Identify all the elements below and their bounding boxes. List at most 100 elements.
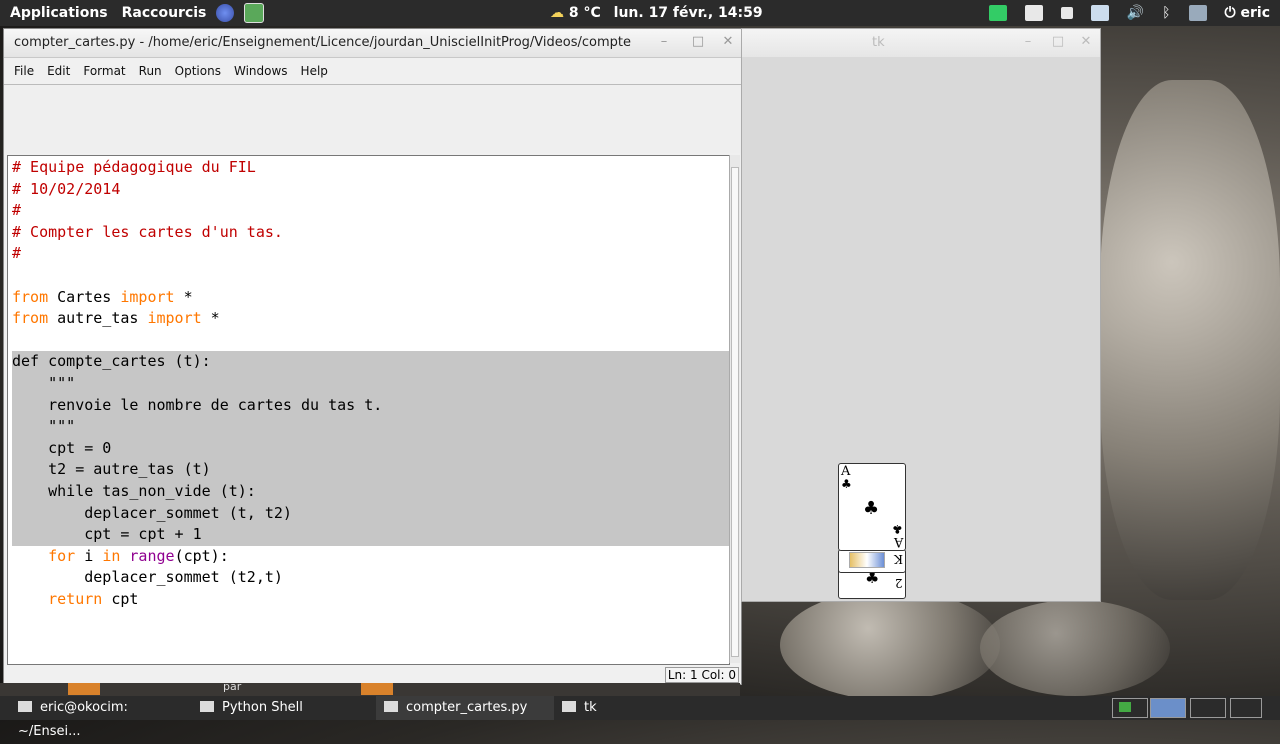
- menu-run[interactable]: Run: [139, 64, 162, 78]
- taskbar-label: Python Shell: [222, 700, 303, 715]
- stop-icon[interactable]: [1060, 7, 1073, 19]
- taskbar-item-editor[interactable]: compter_cartes.py: [376, 696, 554, 720]
- keyword: in: [102, 546, 121, 565]
- system-tray: 🔊 ᛒ ⏻ eric: [988, 0, 1270, 26]
- code-line: return cpt: [12, 589, 729, 611]
- code-line: # Equipe pédagogique du FIL: [12, 158, 256, 176]
- keyword: from: [12, 287, 49, 306]
- king-face-icon: [849, 552, 885, 568]
- code-line-selected: """: [12, 416, 729, 438]
- bluetooth-icon[interactable]: ᛒ: [1162, 5, 1170, 21]
- system-monitor-icon[interactable]: [988, 5, 1007, 21]
- image-viewer-launcher-icon[interactable]: [244, 3, 265, 23]
- tk-titlebar[interactable]: tk – □ ✕: [742, 29, 1100, 57]
- code-line: for i in range(cpt):: [12, 546, 729, 568]
- code-line: from Cartes import *: [12, 287, 729, 309]
- menu-windows[interactable]: Windows: [234, 64, 288, 78]
- window-icon: [562, 701, 576, 712]
- editor-titlebar[interactable]: compter_cartes.py - /home/eric/Enseignem…: [4, 29, 741, 58]
- toolbar-area: [4, 85, 741, 153]
- code-line-selected: renvoie le nombre de cartes du tas t.: [12, 394, 729, 417]
- card-rank-flipped: 2: [895, 576, 903, 590]
- tk-window: tk – □ ✕ ♣ 2 K A ♣ ♣ ♣ A: [741, 28, 1101, 602]
- user-menu[interactable]: ⏻ eric: [1225, 5, 1270, 21]
- minimize-icon[interactable]: –: [1020, 34, 1036, 50]
- taskbar-label: compter_cartes.py: [406, 700, 528, 715]
- code-text: (cpt):: [174, 546, 229, 565]
- code-line: #: [12, 201, 22, 220]
- menu-bar: File Edit Format Run Options Windows Hel…: [4, 58, 741, 85]
- code-editor[interactable]: # Equipe pédagogique du FIL # 10/02/2014 #…: [7, 155, 730, 665]
- applications-menu[interactable]: Applications: [10, 5, 108, 21]
- taskbar-item-terminal[interactable]: eric@okocim: ~/Ensei...: [18, 696, 188, 739]
- card-suit: ♣: [863, 498, 880, 519]
- code-text: Cartes: [48, 287, 121, 306]
- status-bar: Ln: 1 Col: 0: [4, 665, 741, 683]
- workspace-switcher-4[interactable]: [1230, 698, 1262, 718]
- code-line-selected: cpt = 0: [12, 437, 729, 460]
- menu-file[interactable]: File: [14, 64, 34, 78]
- card-ace-of-clubs[interactable]: A ♣ ♣ ♣ A: [838, 463, 906, 551]
- code-text: cpt: [102, 589, 139, 608]
- clipboard-icon[interactable]: [1024, 5, 1043, 21]
- maximize-icon[interactable]: □: [1050, 34, 1066, 50]
- builtin: range: [129, 546, 175, 565]
- taskbar-item-python-shell[interactable]: Python Shell: [200, 696, 360, 720]
- taskbar-label: tk: [584, 700, 597, 715]
- card-rank-flipped: A: [893, 534, 903, 549]
- code-line: # Compter les cartes d'un tas.: [12, 222, 283, 241]
- code-line-selected: cpt = cpt + 1: [12, 524, 729, 546]
- code-line-selected: while tas_non_vide (t):: [12, 480, 729, 503]
- shortcuts-menu[interactable]: Raccourcis: [122, 5, 207, 21]
- workspace-switcher-1[interactable]: [1112, 698, 1148, 718]
- idle-editor-window: compter_cartes.py - /home/eric/Enseignem…: [3, 28, 742, 685]
- close-icon[interactable]: ✕: [1078, 34, 1094, 50]
- code-text: *: [174, 287, 193, 306]
- code-line-selected: deplacer_sommet (t, t2): [12, 502, 729, 525]
- user-name: eric: [1240, 5, 1271, 21]
- background-rope: [1100, 80, 1280, 600]
- workspace-switcher-3[interactable]: [1190, 698, 1226, 718]
- menu-options[interactable]: Options: [175, 64, 221, 78]
- keyword: from: [12, 309, 49, 328]
- menu-edit[interactable]: Edit: [47, 64, 70, 78]
- weather-temperature: 8 °C: [568, 5, 601, 21]
- code-text: i: [75, 546, 103, 565]
- window-icon: [384, 701, 398, 712]
- partial-label: par: [223, 680, 242, 693]
- orange-marker: [68, 683, 100, 695]
- background-rope: [980, 600, 1170, 696]
- cursor-position: Ln: 1 Col: 0: [664, 667, 739, 683]
- network-icon[interactable]: [1188, 5, 1207, 21]
- code-line: #: [12, 244, 22, 263]
- top-panel: Applications Raccourcis ☁ 8 °C lun. 17 f…: [0, 0, 1280, 26]
- orange-marker: [361, 683, 393, 695]
- code-text: autre_tas: [48, 309, 148, 328]
- keyword: import: [120, 287, 175, 306]
- keyword: import: [147, 309, 202, 328]
- datetime: lun. 17 févr., 14:59: [613, 5, 763, 21]
- code-line: from autre_tas import *: [12, 308, 729, 330]
- code-line-selected: """: [12, 372, 729, 395]
- power-icon: ⏻: [1224, 5, 1236, 21]
- menu-help[interactable]: Help: [301, 64, 328, 78]
- code-line-selected: def compte_cartes (t):: [12, 351, 729, 373]
- card-king-of-clubs[interactable]: K: [838, 549, 906, 573]
- workspace-switcher-2[interactable]: [1150, 698, 1186, 718]
- code-line-selected: t2 = autre_tas (t): [12, 459, 729, 481]
- code-line: deplacer_sommet (t2,t): [12, 568, 283, 587]
- tk-window-title: tk: [872, 35, 885, 50]
- vertical-scrollbar[interactable]: [729, 155, 740, 663]
- close-icon[interactable]: ✕: [720, 34, 736, 50]
- volume-icon[interactable]: 🔊: [1127, 5, 1144, 21]
- menu-format[interactable]: Format: [83, 64, 125, 78]
- browser-launcher-icon[interactable]: [216, 4, 235, 22]
- minimize-icon[interactable]: –: [656, 34, 672, 50]
- messaging-icon[interactable]: [1090, 5, 1109, 21]
- clock[interactable]: ☁ 8 °C lun. 17 févr., 14:59: [550, 0, 763, 26]
- maximize-icon[interactable]: □: [690, 34, 706, 50]
- scrollbar-thumb[interactable]: [731, 167, 739, 657]
- window-icon: [18, 701, 32, 712]
- taskbar-item-tk[interactable]: tk: [562, 696, 642, 720]
